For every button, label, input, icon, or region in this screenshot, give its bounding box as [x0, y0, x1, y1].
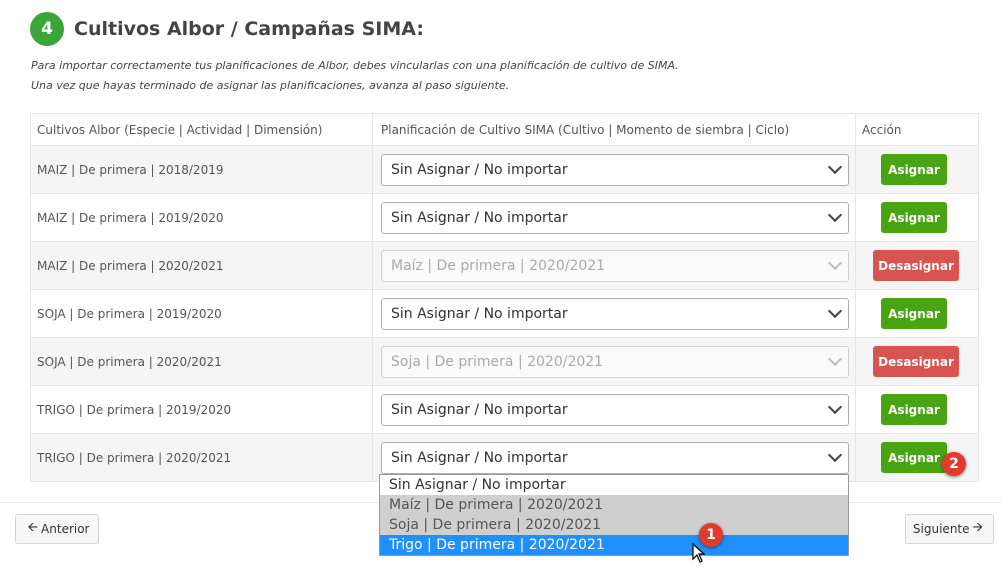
assign-button[interactable]: Asignar — [881, 394, 947, 425]
crop-cell: MAIZ | De primera | 2020/2021 — [30, 241, 373, 290]
intro-text: Para importar correctamente tus planific… — [31, 56, 679, 96]
header-plans: Planificación de Cultivo SIMA (Cultivo |… — [372, 113, 856, 146]
plan-select-value: Soja | De primera | 2020/2021 — [391, 353, 604, 370]
step-header: 4 Cultivos Albor / Campañas SIMA: — [30, 12, 424, 46]
dropdown-option[interactable]: Soja | De primera | 2020/2021 — [380, 515, 848, 535]
chevron-down-icon — [827, 159, 843, 175]
step-number-badge: 4 — [30, 12, 64, 46]
plan-select-value: Sin Asignar / No importar — [391, 161, 568, 178]
crop-cell: TRIGO | De primera | 2019/2020 — [30, 385, 373, 434]
plan-select[interactable]: Sin Asignar / No importar — [381, 297, 849, 330]
table-row: TRIGO | De primera | 2019/2020 Sin Asign… — [30, 385, 979, 434]
header-crops: Cultivos Albor (Especie | Actividad | Di… — [30, 113, 373, 146]
dropdown-option[interactable]: Maíz | De primera | 2020/2021 — [380, 495, 848, 515]
plan-select: Maíz | De primera | 2020/2021 — [381, 249, 849, 282]
chevron-down-icon — [827, 351, 843, 367]
crop-cell: SOJA | De primera | 2019/2020 — [30, 289, 373, 338]
chevron-down-icon — [827, 399, 843, 415]
plan-select[interactable]: Sin Asignar / No importar — [381, 441, 849, 474]
plan-select-value: Sin Asignar / No importar — [391, 305, 568, 322]
intro-line-1: Para importar correctamente tus planific… — [31, 59, 679, 72]
plan-select[interactable]: Sin Asignar / No importar — [381, 201, 849, 234]
chevron-down-icon — [827, 207, 843, 223]
plan-dropdown-list: Sin Asignar / No importar Maíz | De prim… — [379, 474, 849, 556]
next-button[interactable]: Siguiente 🡪 — [905, 514, 994, 544]
annotation-badge-2: 2 — [942, 452, 966, 476]
arrow-right-icon: 🡪 — [972, 520, 984, 535]
previous-label: Anterior — [41, 522, 90, 536]
crop-cell: SOJA | De primera | 2020/2021 — [30, 337, 373, 386]
table-row: SOJA | De primera | 2020/2021 Soja | De … — [30, 337, 979, 386]
intro-line-2: Una vez que hayas terminado de asignar l… — [31, 79, 510, 92]
header-action: Acción — [855, 113, 979, 146]
assign-button[interactable]: Asignar — [881, 442, 947, 473]
plan-select: Soja | De primera | 2020/2021 — [381, 345, 849, 378]
table-row: MAIZ | De primera | 2020/2021 Maíz | De … — [30, 241, 979, 290]
arrow-left-icon: 🡨 — [27, 520, 39, 535]
mouse-cursor-icon — [692, 543, 706, 563]
assign-button[interactable]: Asignar — [881, 298, 947, 329]
unassign-button[interactable]: Desasignar — [873, 346, 959, 377]
plan-select-value: Sin Asignar / No importar — [391, 209, 568, 226]
chevron-down-icon — [827, 303, 843, 319]
crop-cell: MAIZ | De primera | 2018/2019 — [30, 145, 373, 194]
table-row: MAIZ | De primera | 2018/2019 Sin Asigna… — [30, 145, 979, 194]
plan-select-value: Sin Asignar / No importar — [391, 401, 568, 418]
table-header-row: Cultivos Albor (Especie | Actividad | Di… — [30, 113, 979, 146]
crop-cell: TRIGO | De primera | 2020/2021 — [30, 433, 373, 482]
next-label: Siguiente — [912, 522, 970, 536]
dropdown-option[interactable]: Sin Asignar / No importar — [380, 475, 848, 495]
table-row: SOJA | De primera | 2019/2020 Sin Asigna… — [30, 289, 979, 338]
chevron-down-icon — [827, 255, 843, 271]
plan-select[interactable]: Sin Asignar / No importar — [381, 153, 849, 186]
unassign-button[interactable]: Desasignar — [873, 250, 959, 281]
assign-button[interactable]: Asignar — [881, 154, 947, 185]
chevron-down-icon — [827, 447, 843, 463]
table-row: MAIZ | De primera | 2019/2020 Sin Asigna… — [30, 193, 979, 242]
previous-button[interactable]: 🡨 Anterior — [15, 514, 99, 544]
plan-select[interactable]: Sin Asignar / No importar — [381, 393, 849, 426]
step-title: Cultivos Albor / Campañas SIMA: — [74, 18, 424, 40]
plan-select-value: Maíz | De primera | 2020/2021 — [391, 257, 606, 274]
assign-button[interactable]: Asignar — [881, 202, 947, 233]
plan-select-value: Sin Asignar / No importar — [391, 449, 568, 466]
dropdown-option-highlighted[interactable]: Trigo | De primera | 2020/2021 — [380, 535, 848, 555]
crop-cell: MAIZ | De primera | 2019/2020 — [30, 193, 373, 242]
mapping-table: Cultivos Albor (Especie | Actividad | Di… — [30, 113, 979, 482]
